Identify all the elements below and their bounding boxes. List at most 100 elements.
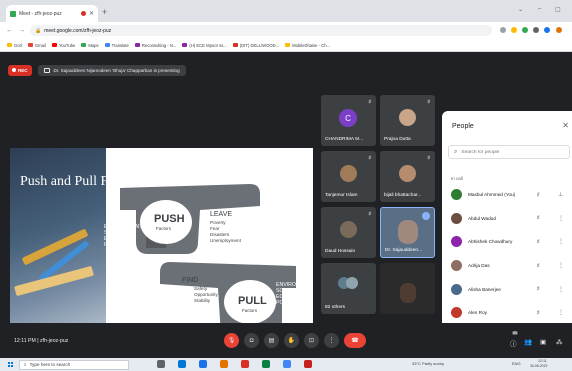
avatar	[451, 307, 462, 319]
bookmark-item[interactable]: Gorl	[7, 43, 22, 48]
avatar	[340, 221, 357, 238]
close-icon[interactable]: ✕	[562, 121, 569, 130]
bookmark-item[interactable]: Maps	[81, 43, 99, 48]
bookmark-item[interactable]: Reconsulting - N...	[134, 43, 176, 48]
pdf-app-icon[interactable]	[304, 360, 312, 368]
close-tab-icon[interactable]: ✕	[89, 10, 94, 17]
list-item[interactable]: Adrija Das ♯ ⋮	[442, 254, 572, 278]
chevron-down-icon[interactable]: ⌄	[518, 6, 523, 13]
avatar	[451, 260, 462, 272]
info-icon[interactable]: ⓘ	[510, 338, 517, 348]
extensions-puzzle-icon[interactable]	[533, 27, 539, 33]
windows-start-icon[interactable]	[8, 362, 13, 367]
taskbar-app-icon[interactable]	[262, 360, 270, 368]
mic-toggle-button[interactable]: 🎙	[224, 333, 239, 348]
taskbar-app-icon[interactable]	[220, 360, 228, 368]
bookmark-item[interactable]: MobileDhaise - Ch...	[285, 43, 330, 48]
bookmark-favicon-icon	[285, 43, 291, 47]
chat-icon[interactable]: ▣	[540, 338, 546, 346]
taskbar-date[interactable]: 30-06-2022	[530, 364, 547, 368]
taskbar-search[interactable]: ⌕ Type here to search	[19, 359, 129, 370]
recording-badge[interactable]: REC	[8, 64, 32, 76]
more-options-icon[interactable]	[422, 212, 430, 220]
language-indicator[interactable]: ENG	[512, 361, 521, 366]
avatar: C	[339, 109, 357, 127]
participant-tile-video[interactable]: Dr. Sajauddeen...	[380, 207, 435, 258]
bookmark-item[interactable]: Gmail	[27, 43, 46, 48]
more-options-icon[interactable]: ⋮	[558, 238, 564, 245]
participant-tile[interactable]: ♯ Prajna Dutta	[380, 95, 435, 146]
captions-button[interactable]: ▤	[264, 333, 279, 348]
list-item[interactable]: Abdul Wadud ♯ ⋮	[442, 207, 572, 231]
minimize-icon[interactable]: –	[538, 6, 541, 12]
others-tile[interactable]: 82 others	[321, 263, 376, 314]
mic-muted-icon: ♯	[537, 309, 540, 316]
tab-title: Meet - zfh-jeoz-puz	[19, 10, 62, 17]
bookmark-favicon-icon	[232, 43, 238, 47]
list-item[interactable]: Alisha Banerjee ♯ ⋮	[442, 277, 572, 301]
self-view-tile[interactable]	[380, 263, 435, 314]
lock-icon: 🔒	[35, 27, 42, 34]
participant-tile[interactable]: ♯ Tanjemur Islam	[321, 151, 376, 202]
participant-name: Prajna Dutta	[384, 137, 411, 142]
search-icon: ⌕	[454, 148, 458, 155]
leave-call-button[interactable]: ☎	[344, 333, 366, 348]
bookmark-item[interactable]: Translate	[104, 43, 129, 48]
taskbar-app-icon[interactable]	[283, 360, 291, 368]
meet-control-bar: 12:11 PM | zfh-jeoz-puz 🎙 ◘ ▤ ✋ ⊡ ⋮ ☎ ⓘ …	[0, 323, 572, 358]
bookmark-item[interactable]: (DIT) DELL/WOOD...	[232, 43, 279, 48]
maximize-icon[interactable]: ▢	[555, 6, 561, 13]
search-input[interactable]	[461, 149, 562, 155]
more-options-icon[interactable]: ⋮	[558, 262, 564, 269]
more-options-icon[interactable]: ⋮	[558, 309, 564, 316]
more-options-button[interactable]: ⋮	[324, 333, 339, 348]
participant-tile[interactable]: ♯ Daud Hossain	[321, 207, 376, 258]
profile-avatar[interactable]	[556, 27, 562, 33]
presenting-banner: Dr. Sajauddeen Nijamodeen 'Bhuja' Chappa…	[37, 64, 186, 76]
bookmark-item[interactable]: YouTube	[51, 43, 75, 48]
taskbar-app-icon[interactable]	[241, 360, 249, 368]
forward-arrow-icon[interactable]: →	[19, 27, 26, 34]
list-item[interactable]: Abhishek Chowdhury ♯ ⋮	[442, 230, 572, 254]
file-explorer-icon[interactable]	[178, 360, 186, 368]
more-options-icon[interactable]: ⋮	[558, 215, 564, 222]
maps-icon	[81, 43, 87, 47]
raise-hand-button[interactable]: ✋	[284, 333, 299, 348]
weather-widget[interactable]: 33°C Partly sunny	[412, 361, 444, 366]
bookmarks-bar: Gorl Gmail YouTube Maps Translate Recons…	[0, 39, 572, 52]
chrome-icon[interactable]	[199, 360, 207, 368]
meet-top-bar: REC Dr. Sajauddeen Nijamodeen 'Bhuja' Ch…	[8, 63, 186, 77]
participant-name: Daud Hossain	[325, 249, 356, 254]
share-icon[interactable]	[500, 27, 506, 33]
extension-meet-icon[interactable]	[522, 27, 528, 33]
activities-icon[interactable]: ⁂	[556, 338, 563, 346]
camera-toggle-button[interactable]: ◘	[244, 333, 259, 348]
sidebar-icon[interactable]	[544, 27, 550, 33]
list-item[interactable]: Masbul Ahmmed (You) ♯ ⊥	[442, 183, 572, 207]
address-bar[interactable]: 🔒 meet.google.com/zfh-jeoz-puz	[30, 25, 492, 36]
avatar	[346, 277, 358, 289]
pin-icon[interactable]: ⊥	[558, 191, 563, 198]
browser-tab-meet[interactable]: Meet - zfh-jeoz-puz ✕	[6, 5, 98, 22]
new-tab-button[interactable]: +	[102, 7, 107, 17]
avatar	[399, 109, 416, 126]
star-icon[interactable]	[511, 27, 517, 33]
taskbar-time[interactable]: 12:11	[538, 359, 547, 363]
find-item-3: Stability	[194, 298, 211, 303]
participant-tile[interactable]: ♯ C CHANDRIMA M...	[321, 95, 376, 146]
people-search[interactable]: ⌕	[448, 145, 570, 159]
present-button[interactable]: ⊡	[304, 333, 319, 348]
task-view-icon[interactable]	[157, 360, 165, 368]
bookmark-item[interactable]: (H) ECE Mpoor ss...	[182, 43, 227, 48]
pull-factors-word: Factors	[242, 308, 258, 313]
people-icon[interactable]: 👥	[524, 338, 532, 346]
push-factors-word: Factors	[156, 226, 172, 231]
person-name: Alen Roy	[468, 310, 488, 316]
bookmark-favicon-icon	[7, 43, 12, 47]
more-options-icon[interactable]: ⋮	[558, 286, 564, 293]
search-icon: ⌕	[24, 362, 27, 367]
list-item[interactable]: Alen Roy ♯ ⋮	[442, 301, 572, 325]
participant-tile[interactable]: ♯ bijali bhattachar...	[380, 151, 435, 202]
mic-muted-icon: ♯	[368, 155, 372, 161]
back-arrow-icon[interactable]: ←	[6, 27, 13, 34]
